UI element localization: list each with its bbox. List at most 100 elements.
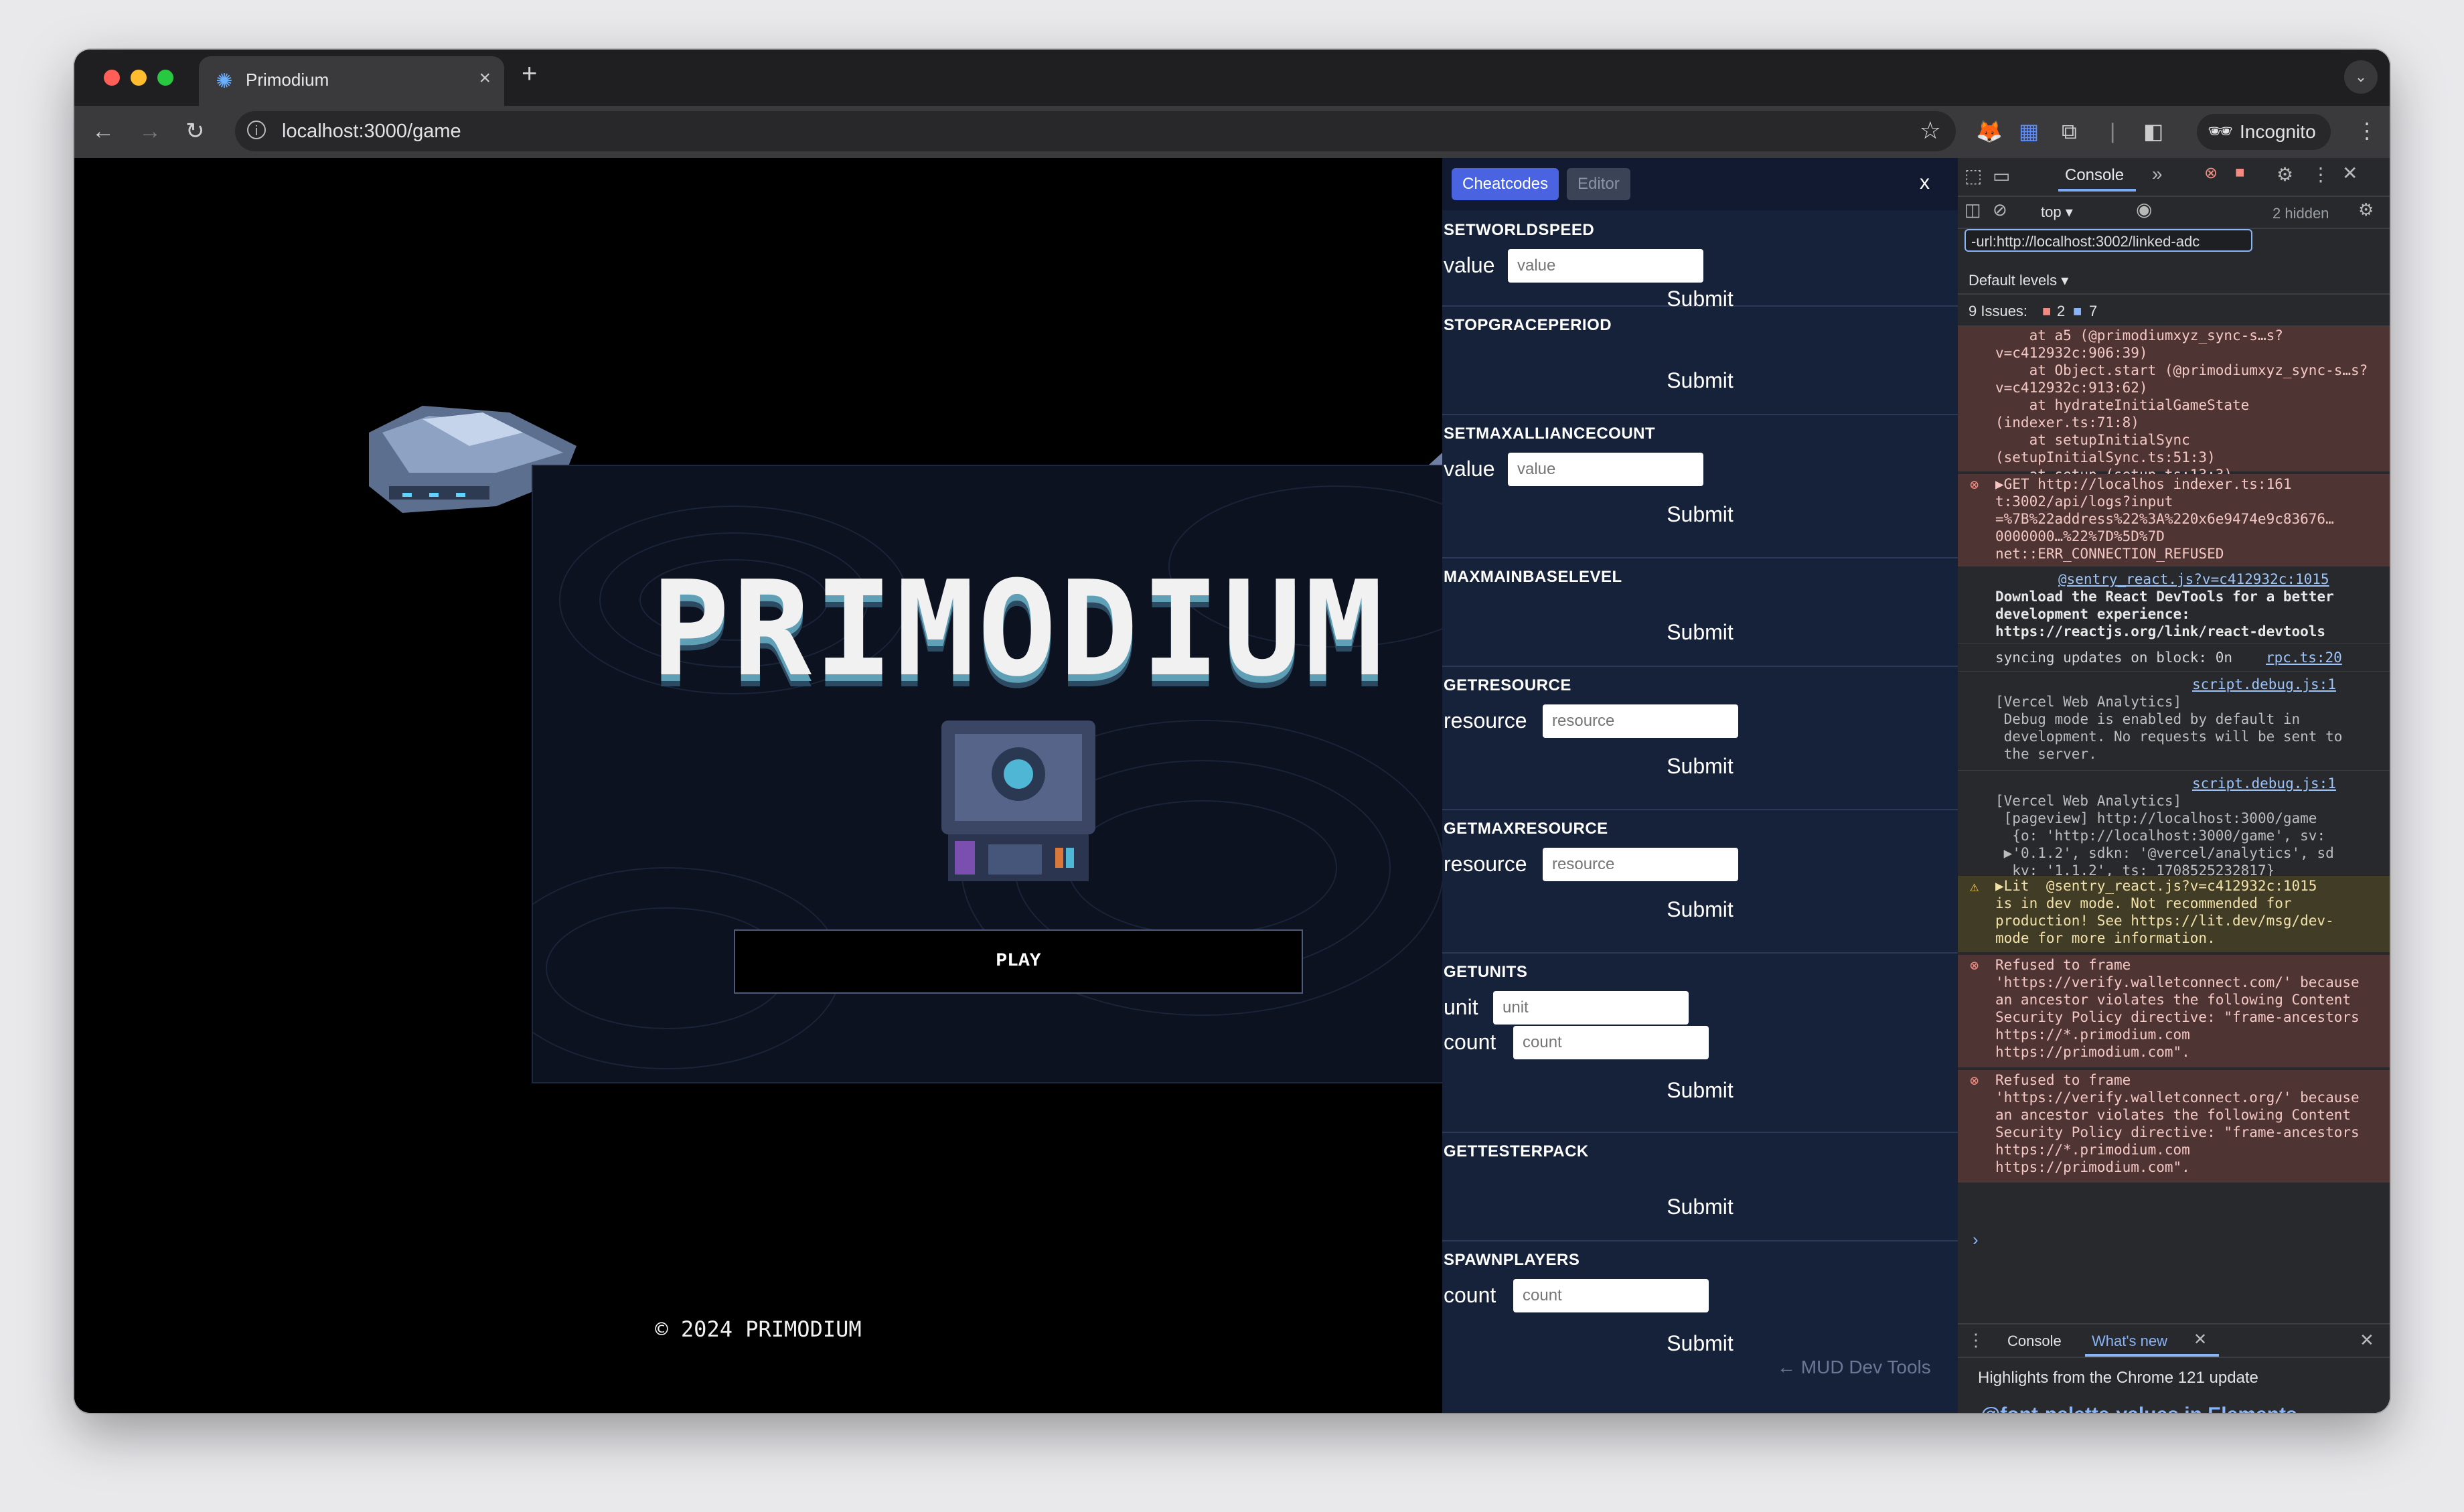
console-settings-gear-icon[interactable]: ⚙ — [2358, 200, 2374, 220]
play-button[interactable]: PLAY — [734, 929, 1303, 994]
submit-button[interactable]: Submit — [1442, 620, 1958, 645]
incognito-badge[interactable]: 🕶 Incognito — [2197, 114, 2331, 150]
section-title: GETMAXRESOURCE — [1444, 820, 1608, 838]
log-source-link[interactable]: @sentry_react.js?v=c412932c:1015 — [2058, 571, 2382, 588]
settings-gear-icon[interactable]: ⚙ — [2277, 163, 2293, 185]
worldspeed-value-input[interactable] — [1508, 249, 1703, 283]
live-expression-eye-icon[interactable]: ◉ — [2136, 198, 2152, 220]
close-cheat-panel-button[interactable]: x — [1920, 171, 1930, 194]
close-drawer-icon[interactable]: ✕ — [2360, 1330, 2374, 1351]
field-label: value — [1444, 457, 1495, 481]
cheat-section-spawnplayers: SPAWNPLAYERS count Submit — [1442, 1241, 1958, 1413]
field-label: resource — [1444, 708, 1527, 733]
log-source-link[interactable]: script.debug.js:1 — [2192, 676, 2382, 693]
submit-button[interactable]: Submit — [1442, 1195, 1958, 1219]
extension-grid-icon[interactable]: ▦ — [2019, 118, 2039, 145]
log-levels-dropdown[interactable]: Default levels ▾ — [1969, 272, 2068, 289]
tab-cheatcodes[interactable]: Cheatcodes — [1452, 168, 1559, 200]
close-drawer-tab-icon[interactable]: ✕ — [2193, 1330, 2207, 1349]
csp-error-text[interactable]: Refused to frame 'https://verify.walletc… — [1995, 956, 2382, 1061]
game-logo: PRIMODIUM — [650, 553, 1387, 706]
error-icon: ⊗ — [1970, 1073, 1979, 1089]
console-log-sync: syncing updates on block: 0n rpc.ts:20 — [1958, 643, 2390, 670]
console-prompt-chevron-icon[interactable]: › — [1973, 1229, 1979, 1250]
get-error-text[interactable]: ▶GET http://localhos indexer.ts:161 t:30… — [1995, 475, 2382, 562]
close-devtools-icon[interactable]: ✕ — [2342, 162, 2358, 184]
device-toolbar-icon[interactable]: ▭ — [1993, 165, 2010, 187]
issues-error-count: 2 — [2057, 303, 2066, 319]
browser-tab[interactable]: ✺ Primodium × — [199, 56, 504, 106]
whats-new-headline[interactable]: @font-palette-values in Elements — [1981, 1404, 2297, 1413]
hidden-count[interactable]: 2 hidden — [2273, 205, 2329, 222]
submit-button[interactable]: Submit — [1442, 502, 1958, 527]
mud-dev-tools-link[interactable]: ← MUD Dev Tools — [1777, 1357, 1931, 1378]
tab-console[interactable]: Console — [2065, 166, 2124, 185]
issue-count-icon[interactable]: ■ — [2235, 163, 2245, 182]
drawer-menu-icon[interactable]: ⋮ — [1967, 1330, 1985, 1351]
issues-info-count: 7 — [2089, 303, 2098, 319]
close-window-button[interactable] — [104, 70, 120, 86]
zoom-window-button[interactable] — [157, 70, 173, 86]
browser-menu-icon[interactable]: ⋮ — [2356, 118, 2378, 143]
close-tab-icon[interactable]: × — [479, 67, 491, 90]
drawer-active-indicator — [2085, 1354, 2219, 1357]
inspect-element-icon[interactable]: ⬚ — [1965, 165, 1982, 187]
stack-trace-text[interactable]: at a5 (@primodiumxyz_sync-s…s?v=c412932c… — [1995, 327, 2382, 483]
reload-icon[interactable]: ↻ — [185, 117, 205, 146]
submit-button[interactable]: Submit — [1442, 368, 1958, 393]
active-tab-indicator — [2058, 189, 2136, 192]
context-selector[interactable]: top ▾ — [2041, 204, 2073, 221]
section-title: GETRESOURCE — [1444, 676, 1571, 694]
vercel-debug-text: [Vercel Web Analytics] Debug mode is ena… — [1995, 694, 2343, 762]
max-resource-input[interactable] — [1543, 848, 1738, 881]
forward-arrow-icon[interactable]: → — [139, 117, 161, 146]
drawer-tabbar: ⋮ Console What's new ✕ ✕ — [1958, 1325, 2390, 1358]
log-source-link[interactable]: rpc.ts:20 — [2266, 649, 2382, 666]
drawer-tab-whats-new[interactable]: What's new — [2092, 1333, 2167, 1350]
incognito-icon: 🕶 — [2208, 121, 2234, 143]
sidebar-toggle-icon[interactable]: ◫ — [1965, 200, 1981, 220]
side-panel-icon[interactable]: ◧ — [2143, 118, 2163, 145]
drawer-tab-console[interactable]: Console — [2007, 1333, 2062, 1350]
alliancecount-value-input[interactable] — [1508, 453, 1703, 486]
devtools-tabbar: ⬚ ▭ Console » ⊗ ■ ⚙ ⋮ ✕ — [1958, 158, 2390, 197]
cheat-section-getmaxresource: GETMAXRESOURCE resource Submit — [1442, 810, 1958, 954]
tab-editor[interactable]: Editor — [1567, 168, 1630, 200]
site-info-icon[interactable]: i — [247, 121, 266, 139]
game-canvas[interactable]: PRIMODIUM PLAY © 2024 PRIMODIUM — [74, 158, 1442, 1413]
devtools-panel: ⬚ ▭ Console » ⊗ ■ ⚙ ⋮ ✕ ◫ ⊘ top ▾ ◉ 2 hi… — [1958, 158, 2390, 1413]
back-arrow-icon[interactable]: ← — [92, 117, 114, 146]
submit-button[interactable]: Submit — [1442, 897, 1958, 922]
more-tabs-icon[interactable]: » — [2152, 163, 2163, 185]
error-count-icon[interactable]: ⊗ — [2204, 163, 2218, 183]
section-title: STOPGRACEPERIOD — [1444, 316, 1612, 334]
minimize-window-button[interactable] — [131, 70, 147, 86]
console-filter-input[interactable]: -url:http://localhost:3002/linked-adc — [1965, 229, 2252, 252]
issues-error-icon: ■ — [2042, 303, 2052, 319]
address-bar[interactable]: i localhost:3000/game ☆ — [235, 111, 1956, 151]
context-label: top — [2041, 204, 2062, 220]
bookmark-star-icon[interactable]: ☆ — [1920, 117, 1941, 145]
tab-search-chevron-icon[interactable]: ⌄ — [2344, 60, 2378, 94]
resource-input[interactable] — [1543, 704, 1738, 738]
unit-count-input[interactable] — [1513, 1026, 1709, 1059]
unit-input[interactable] — [1493, 991, 1689, 1025]
spawn-count-input[interactable] — [1513, 1279, 1709, 1312]
metamask-fox-icon[interactable]: 🦊 — [1976, 118, 2003, 145]
console-toolbar: ◫ ⊘ top ▾ ◉ 2 hidden ⚙ — [1958, 197, 2390, 229]
issues-bar[interactable]: 9 Issues: ■ 2 ■ 7 — [1958, 293, 2390, 327]
submit-button[interactable]: Submit — [1442, 1078, 1958, 1103]
log-source-link[interactable]: script.debug.js:1 — [2192, 775, 2382, 792]
submit-button[interactable]: Submit — [1442, 1331, 1958, 1356]
csp-error-text[interactable]: Refused to frame 'https://verify.walletc… — [1995, 1071, 2382, 1176]
new-tab-button[interactable]: + — [522, 59, 537, 89]
lit-warning-text[interactable]: ▶Lit @sentry_react.js?v=c412932c:1015 is… — [1995, 877, 2382, 947]
address-url[interactable]: localhost:3000/game — [282, 121, 461, 143]
devtools-menu-icon[interactable]: ⋮ — [2311, 163, 2330, 185]
extensions-puzzle-icon[interactable]: ⧉ — [2062, 118, 2077, 145]
submit-button[interactable]: Submit — [1442, 754, 1958, 779]
clear-console-icon[interactable]: ⊘ — [1993, 200, 2007, 220]
react-devtools-text: Download the React DevTools for a better… — [1995, 589, 2343, 639]
console-error-csp-1: ⊗ Refused to frame 'https://verify.walle… — [1958, 955, 2390, 1067]
error-icon: ⊗ — [1970, 477, 1979, 494]
